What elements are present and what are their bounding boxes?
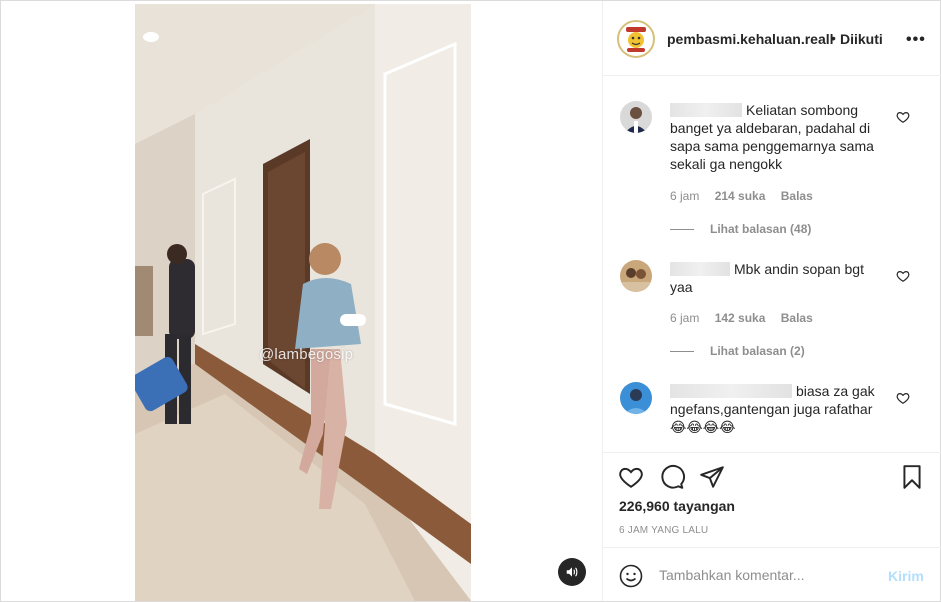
profile-logo-icon <box>621 24 651 54</box>
comment-meta: 6 jam 214 suka Balas <box>670 189 825 203</box>
post-comment-button[interactable]: Kirim <box>888 568 924 584</box>
view-count[interactable]: 226,960 tayangan <box>619 498 735 514</box>
comment-avatar[interactable] <box>620 260 652 292</box>
view-replies-button[interactable]: Lihat balasan (48) <box>670 222 811 236</box>
more-options-button[interactable]: ••• <box>906 31 926 49</box>
post-actions: 226,960 tayangan 6 JAM YANG LALU <box>603 452 941 547</box>
speaker-icon <box>566 567 578 577</box>
blurred-username <box>670 384 792 398</box>
video-player[interactable]: @lambegosip <box>135 4 471 601</box>
avatar-photo-icon <box>620 382 652 414</box>
video-watermark: @lambegosip <box>259 346 354 363</box>
sound-toggle-button[interactable] <box>558 558 586 586</box>
like-heart-icon[interactable] <box>618 464 644 490</box>
comment-meta: 6 jam 142 suka Balas <box>670 311 825 325</box>
following-button[interactable]: Diikuti <box>840 31 883 47</box>
media-panel: @lambegosip <box>1 1 602 601</box>
comment-text: Keliatan sombong banget ya aldebaran, pa… <box>670 101 890 173</box>
blurred-username <box>670 103 742 117</box>
comment-time: 6 jam <box>670 311 700 325</box>
comment-input[interactable] <box>659 567 879 583</box>
heart-icon[interactable] <box>896 391 910 405</box>
post-header: pembasmi.kehaluan.reall • Diikuti ••• <box>603 1 941 76</box>
comments-list: Keliatan sombong banget ya aldebaran, pa… <box>603 77 941 452</box>
avatar-photo-icon <box>620 101 652 133</box>
comment-avatar[interactable] <box>620 101 652 133</box>
bookmark-icon[interactable] <box>899 464 925 490</box>
heart-icon[interactable] <box>896 110 910 124</box>
comment-text: Mbk andin sopan bgt yaa <box>670 260 890 296</box>
share-send-icon[interactable] <box>699 464 725 490</box>
view-replies-label: Lihat balasan (2) <box>710 344 805 358</box>
view-replies-label: Lihat balasan (48) <box>710 222 812 236</box>
reply-button[interactable]: Balas <box>781 189 813 203</box>
comment-avatar[interactable] <box>620 382 652 414</box>
comment-emojis: 😂😂😂😂 <box>670 419 736 435</box>
comment-bubble-icon[interactable] <box>659 464 685 490</box>
avatar[interactable] <box>617 20 655 58</box>
reply-button[interactable]: Balas <box>781 311 813 325</box>
add-comment-bar: Kirim <box>603 547 941 601</box>
heart-icon[interactable] <box>896 269 910 283</box>
emoji-icon[interactable] <box>619 564 643 588</box>
comment-likes[interactable]: 142 suka <box>715 311 766 325</box>
avatar-photo-icon <box>620 260 652 292</box>
video-frame <box>135 4 471 601</box>
view-replies-button[interactable]: Lihat balasan (2) <box>670 344 805 358</box>
post-timestamp: 6 JAM YANG LALU <box>619 525 709 536</box>
comment-time: 6 jam <box>670 189 700 203</box>
comment-text: biasa za gak ngefans,gantengan juga rafa… <box>670 382 890 436</box>
replies-line <box>670 228 694 230</box>
separator-dot: • <box>831 30 836 46</box>
instagram-post: @lambegosip pembasmi.kehaluan.reall • Di… <box>0 0 941 602</box>
blurred-username <box>670 262 730 276</box>
username-link[interactable]: pembasmi.kehaluan.reall <box>667 31 834 47</box>
post-side-panel: pembasmi.kehaluan.reall • Diikuti ••• Ke… <box>602 1 941 601</box>
replies-line <box>670 350 694 352</box>
comment-likes[interactable]: 214 suka <box>715 189 766 203</box>
